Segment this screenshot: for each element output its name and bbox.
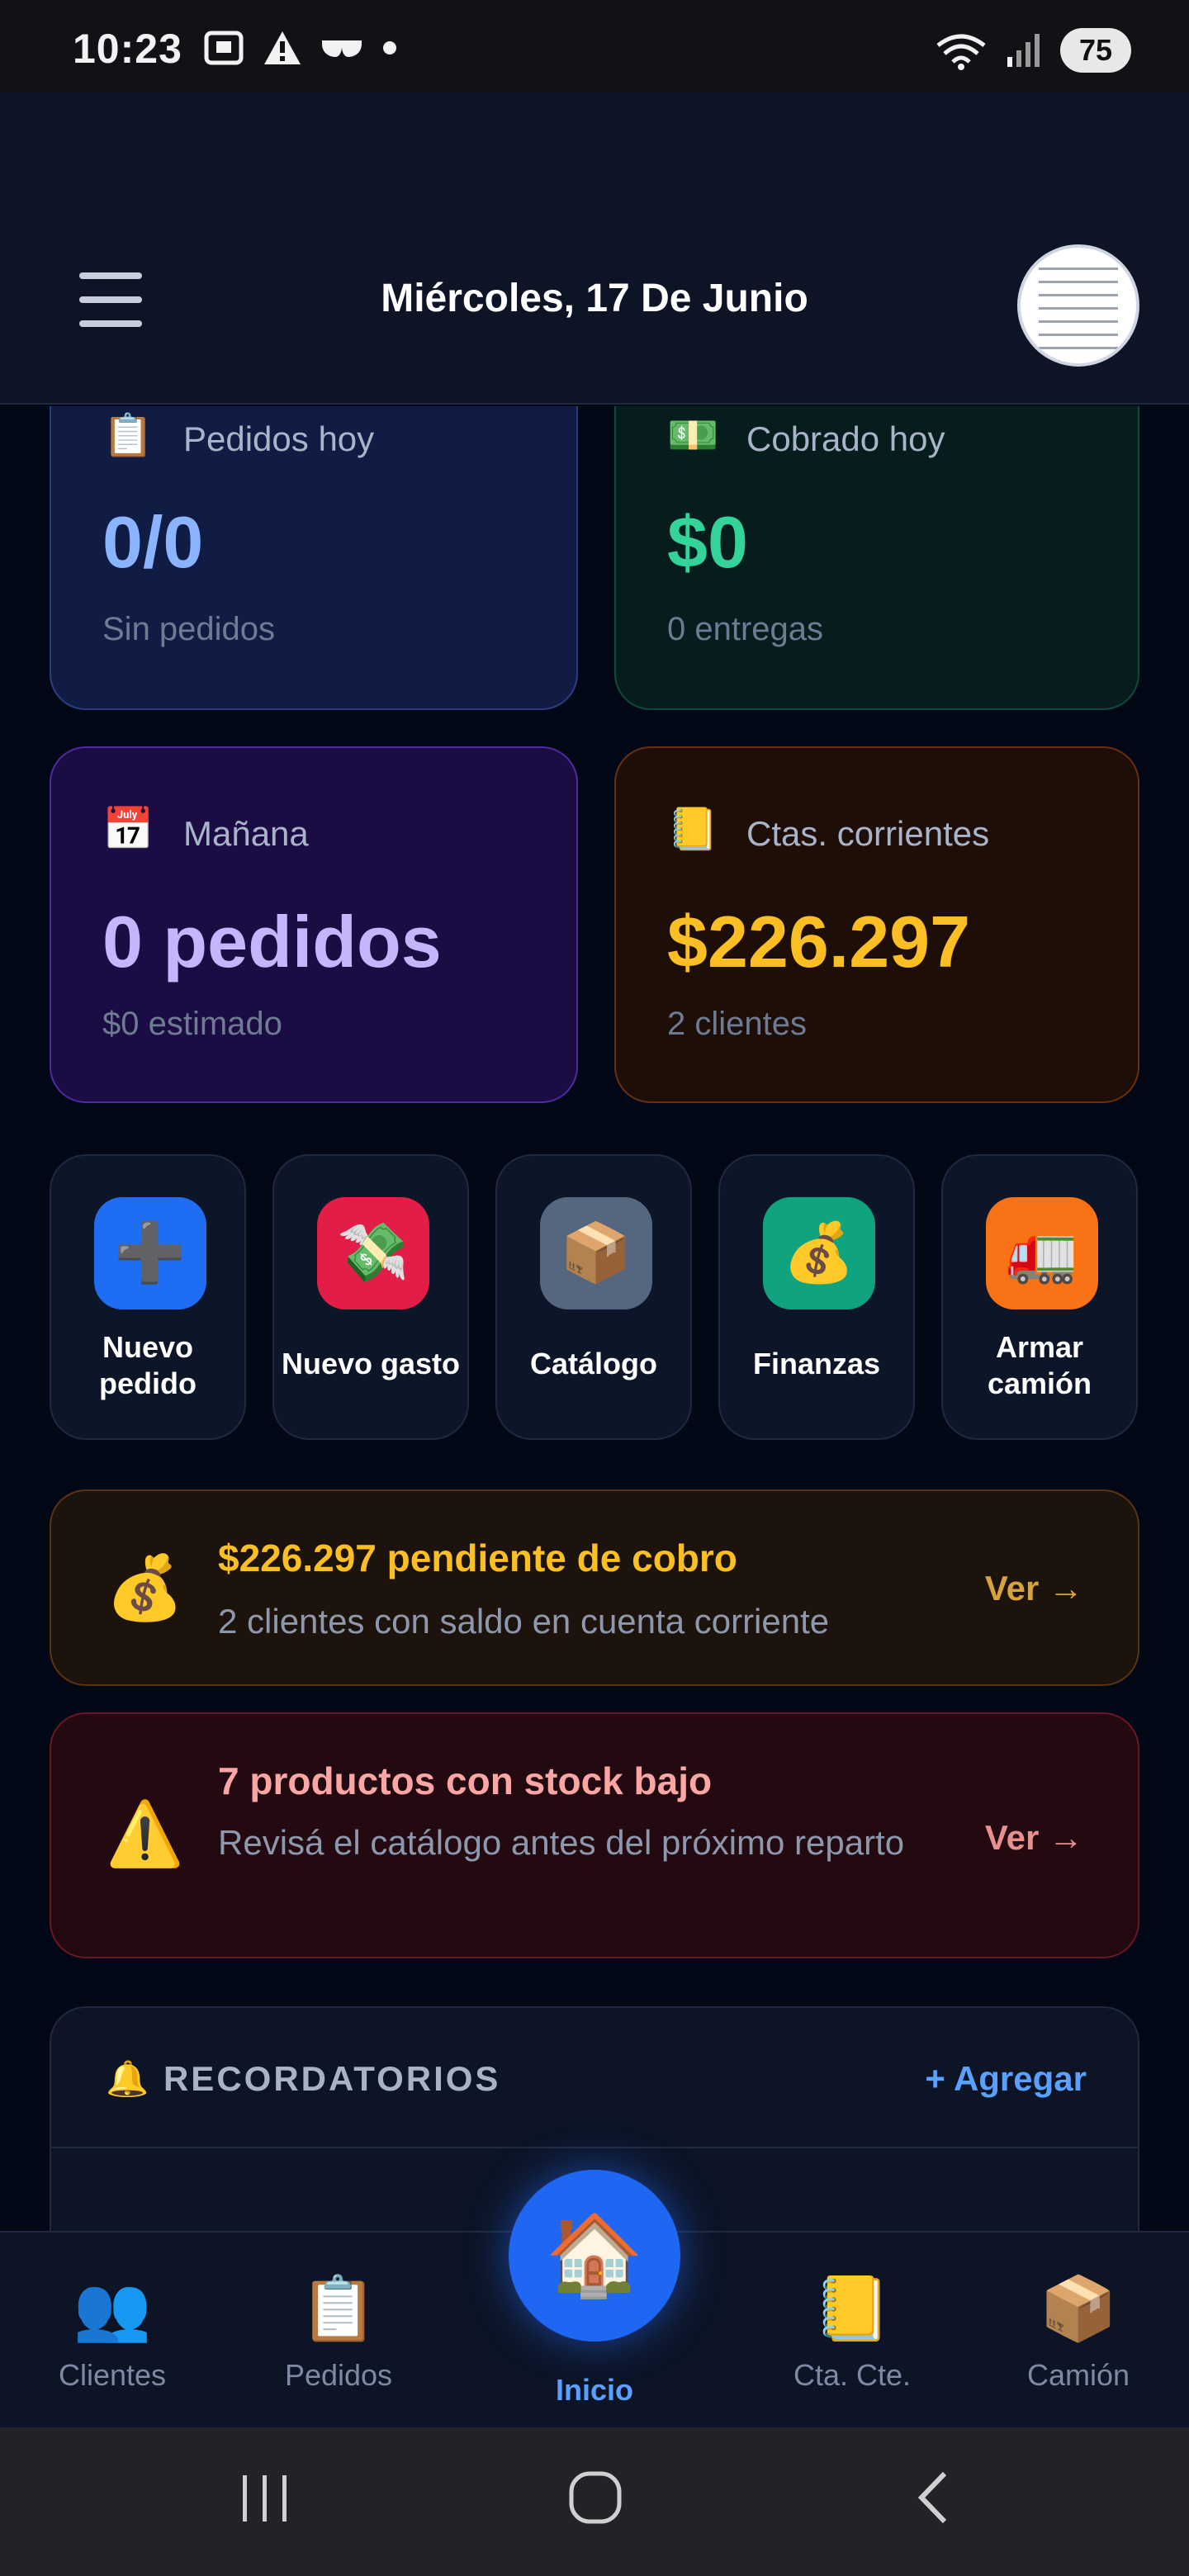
stat-value: 0/0 [102, 501, 204, 583]
people-icon: 👥 [73, 2274, 152, 2344]
dot-icon [383, 41, 396, 54]
reminders-heading: RECORDATORIOS [163, 2059, 501, 2098]
header-date: Miércoles, 17 De Junio [381, 277, 808, 320]
signal-icon [1007, 34, 1040, 67]
alert-ver-link[interactable]: Ver → [985, 1569, 1083, 1608]
stat-sub: 0 entregas [667, 611, 824, 647]
ledger-icon: 📒 [667, 806, 719, 852]
quick-action-label: Nuevo pedido [99, 1330, 197, 1400]
quick-action-label: Finanzas [752, 1347, 881, 1380]
alert-subtitle: 2 clientes con saldo en cuenta corriente [218, 1602, 830, 1641]
nav-label: Camión [1026, 2358, 1130, 2392]
stat-label: Mañana [183, 814, 309, 853]
alert-title: 7 productos con stock bajo [218, 1759, 713, 1802]
alert-subtitle: Revisá el catálogo antes del próximo rep… [218, 1823, 905, 1862]
nav-cta-cte[interactable]: 📒 Cta. Cte. [770, 2272, 935, 2393]
quick-action-finanzas[interactable]: 💰 Finanzas [718, 1154, 915, 1440]
warning-icon [264, 31, 301, 64]
avatar[interactable] [1017, 244, 1139, 367]
bell-icon: 🔔 [106, 2059, 152, 2098]
app-header-bar: Miércoles, 17 De Junio [0, 92, 1189, 405]
screenshot-icon [204, 31, 244, 65]
stat-value: 0 pedidos [102, 901, 442, 983]
nav-label: Clientes [58, 2358, 167, 2392]
home-icon: 🏠 [545, 2211, 644, 2299]
divider [51, 2147, 1138, 2148]
glasses-icon [322, 40, 362, 57]
reminders-title: 🔔 RECORDATORIOS [106, 2059, 500, 2100]
nav-pedidos[interactable]: 📋 Pedidos [256, 2272, 421, 2393]
nav-inicio-fab[interactable]: 🏠 [509, 2170, 680, 2342]
clipboard-icon: 📋 [102, 412, 154, 458]
stat-card-manana[interactable]: 📅 Mañana 0 pedidos $0 estimado [50, 746, 578, 1103]
package-icon: 📦 [540, 1197, 652, 1309]
package-icon: 📦 [1039, 2274, 1118, 2344]
quick-action-armar-camion[interactable]: 🚛 Armar camión [941, 1154, 1138, 1440]
wifi-icon [936, 34, 986, 70]
quick-action-label: Catálogo [529, 1347, 657, 1380]
nav-camion[interactable]: 📦 Camión [996, 2272, 1161, 2393]
quick-action-label: Armar camión [987, 1330, 1092, 1400]
stat-value: $226.297 [667, 901, 971, 983]
status-time: 10:23 [73, 26, 182, 72]
plus-icon: ➕ [94, 1197, 206, 1309]
alert-ver-link[interactable]: Ver → [985, 1818, 1083, 1858]
home-button-icon[interactable] [566, 2469, 624, 2526]
money-bag-icon: 💰 [763, 1197, 875, 1309]
stat-value: $0 [667, 501, 748, 583]
stat-sub: $0 estimado [102, 1006, 282, 1042]
back-icon[interactable] [905, 2469, 963, 2526]
recent-apps-icon[interactable] [236, 2469, 294, 2526]
money-bag-icon: 💰 [106, 1553, 184, 1623]
nav-inicio-label[interactable]: Inicio [512, 2373, 677, 2408]
stat-card-cobrado-hoy-body[interactable]: 💵 Cobrado hoy $0 0 entregas [614, 406, 1139, 710]
stat-card-pedidos-hoy-body[interactable]: 📋 Pedidos hoy 0/0 Sin pedidos [50, 406, 578, 710]
quick-action-nuevo-gasto[interactable]: 💸 Nuevo gasto [272, 1154, 469, 1440]
stat-sub: 2 clientes [667, 1006, 807, 1042]
battery-indicator: 75 [1060, 28, 1131, 73]
nav-label: Cta. Cte. [793, 2358, 912, 2392]
quick-action-nuevo-pedido[interactable]: ➕ Nuevo pedido [50, 1154, 246, 1440]
stat-label: Pedidos hoy [183, 419, 375, 458]
add-reminder-button[interactable]: + Agregar [925, 2059, 1087, 2099]
stat-sub: Sin pedidos [102, 611, 276, 647]
ledger-icon: 📒 [812, 2274, 892, 2344]
quick-action-catalogo[interactable]: 📦 Catálogo [495, 1154, 692, 1440]
stat-label: Cobrado hoy [746, 419, 945, 458]
money-wings-icon: 💸 [317, 1197, 429, 1309]
alert-pendiente-cobro[interactable]: 💰 $226.297 pendiente de cobro 2 clientes… [50, 1489, 1139, 1686]
stat-label: Ctas. corrientes [746, 814, 990, 853]
alert-stock-bajo[interactable]: ⚠️ 7 productos con stock bajo Revisá el … [50, 1712, 1139, 1958]
quick-action-label: Nuevo gasto [281, 1347, 461, 1380]
system-nav-bar [0, 2427, 1189, 2576]
warning-icon: ⚠️ [106, 1799, 184, 1869]
calendar-icon: 📅 [102, 806, 154, 852]
status-bar: 10:23 75 [0, 0, 1189, 92]
truck-icon: 🚛 [986, 1197, 1098, 1309]
stat-card-ctas-corrientes[interactable]: 📒 Ctas. corrientes $226.297 2 clientes [614, 746, 1139, 1103]
nav-clientes[interactable]: 👥 Clientes [30, 2272, 195, 2393]
clipboard-icon: 📋 [299, 2274, 378, 2344]
nav-label: Pedidos [284, 2358, 393, 2392]
money-icon: 💵 [667, 412, 719, 458]
alert-title: $226.297 pendiente de cobro [218, 1537, 737, 1579]
